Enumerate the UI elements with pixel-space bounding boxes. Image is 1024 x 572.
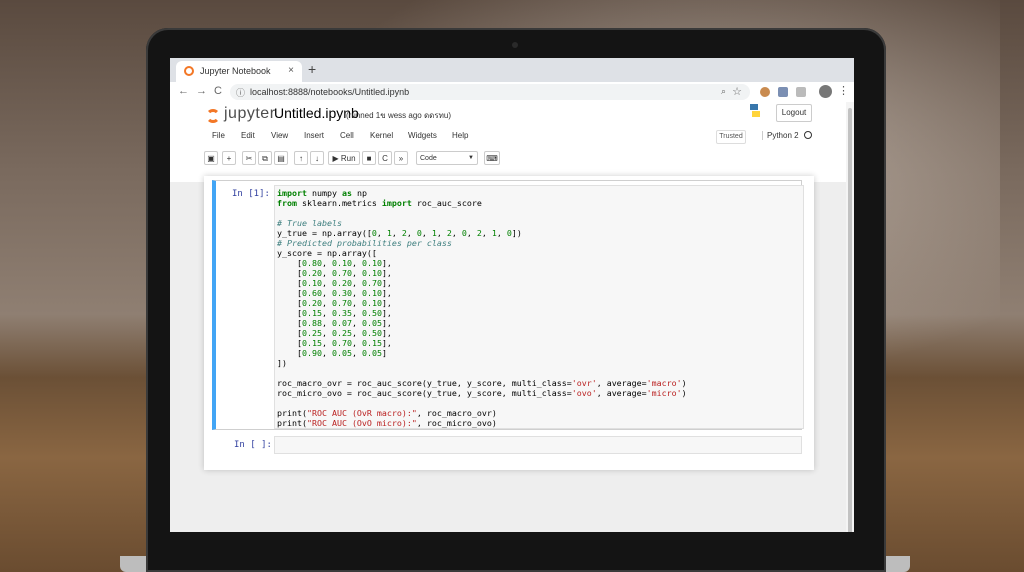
code-source: import numpy as np from sklearn.metrics … — [277, 188, 687, 428]
cell-prompt: In [1]: — [232, 189, 270, 199]
url-text: localhost:8888/notebooks/Untitled.ipynb — [250, 87, 410, 97]
menu-kernel[interactable]: Kernel — [370, 131, 393, 140]
address-bar[interactable]: ⓘ localhost:8888/notebooks/Untitled.ipyn… — [230, 84, 750, 100]
code-editor[interactable] — [274, 436, 802, 454]
menu-cell[interactable]: Cell — [340, 131, 354, 140]
extension-icon[interactable] — [796, 87, 806, 97]
back-icon[interactable]: ← — [178, 85, 189, 97]
menu-insert[interactable]: Insert — [304, 131, 324, 140]
webcam — [512, 42, 518, 48]
run-button[interactable]: ▶ Run — [328, 151, 360, 165]
extension-cookie-icon[interactable] — [760, 87, 770, 97]
tab-close-icon[interactable]: × — [288, 65, 294, 76]
python-logo-icon — [750, 104, 760, 117]
cut-icon[interactable]: ✂ — [242, 151, 256, 165]
paste-icon[interactable]: ▤ — [274, 151, 288, 165]
menu-help[interactable]: Help — [452, 131, 468, 140]
logout-button[interactable]: Logout — [776, 104, 812, 122]
move-up-icon[interactable]: ↑ — [294, 151, 308, 165]
restart-icon[interactable]: C — [378, 151, 392, 165]
menu-view[interactable]: View — [271, 131, 288, 140]
cell-type-select[interactable]: Code ▼ — [416, 151, 478, 165]
extension-icon[interactable] — [778, 87, 788, 97]
menu-edit[interactable]: Edit — [241, 131, 255, 140]
laptop-screen: Jupyter Notebook × + ← → C ⓘ localhost:8… — [170, 58, 854, 532]
code-editor[interactable]: import numpy as np from sklearn.metrics … — [274, 185, 804, 429]
checkpoint-status: (runned 1ข wess ago ดดรทu) — [346, 111, 452, 120]
restart-run-all-icon[interactable]: » — [394, 151, 408, 165]
kernel-name[interactable]: Python 2 — [762, 131, 799, 140]
notebook-toolbar: ▣ + ✂ ⧉ ▤ ↑ ↓ ▶ Run ■ C » Code ▼ ⌨ — [204, 151, 824, 169]
code-cell-empty[interactable]: In [ ]: — [212, 434, 802, 458]
browser-tab-bar: Jupyter Notebook × + — [170, 58, 854, 82]
page-scrollbar[interactable] — [846, 102, 854, 532]
kernel-status-icon — [804, 131, 812, 139]
new-tab-button[interactable]: + — [308, 61, 316, 77]
scrollbar-thumb[interactable] — [848, 108, 852, 532]
browser-toolbar: ← → C ⓘ localhost:8888/notebooks/Untitle… — [170, 82, 854, 103]
save-icon[interactable]: ▣ — [204, 151, 218, 165]
chevron-down-icon: ▼ — [468, 155, 474, 161]
notebook-area: In [1]: import numpy as np from sklearn.… — [170, 176, 846, 532]
notebook-container: In [1]: import numpy as np from sklearn.… — [204, 176, 814, 470]
browser-tab[interactable]: Jupyter Notebook × — [176, 61, 302, 82]
insert-cell-icon[interactable]: + — [222, 151, 236, 165]
zoom-icon[interactable]: ⌕ — [721, 86, 726, 97]
move-down-icon[interactable]: ↓ — [310, 151, 324, 165]
menu-widgets[interactable]: Widgets — [408, 131, 437, 140]
bookmark-star-icon[interactable]: ☆ — [732, 85, 742, 98]
cell-type-value: Code — [420, 155, 437, 162]
tab-title: Jupyter Notebook — [200, 66, 271, 76]
jupyter-header: jupyter Untitled.ipynb (runned 1ข wess a… — [170, 102, 854, 182]
site-info-icon[interactable]: ⓘ — [236, 86, 245, 99]
interrupt-icon[interactable]: ■ — [362, 151, 376, 165]
menu-file[interactable]: File — [212, 131, 225, 140]
jupyter-favicon-icon — [184, 66, 194, 76]
forward-icon[interactable]: → — [196, 85, 207, 97]
trusted-badge[interactable]: Trusted — [716, 130, 746, 144]
jupyter-logo-text: jupyter — [224, 105, 276, 122]
browser-menu-icon[interactable]: ⋮ — [838, 84, 849, 97]
code-cell-selected[interactable]: In [1]: import numpy as np from sklearn.… — [212, 180, 804, 430]
jupyter-logo-icon — [206, 109, 220, 123]
menu-bar: File Edit View Insert Cell Kernel Widget… — [200, 127, 820, 147]
profile-avatar[interactable] — [819, 85, 832, 98]
cell-prompt: In [ ]: — [234, 440, 272, 450]
copy-icon[interactable]: ⧉ — [258, 151, 272, 165]
reload-icon[interactable]: C — [214, 85, 222, 97]
keyboard-icon[interactable]: ⌨ — [484, 151, 500, 165]
